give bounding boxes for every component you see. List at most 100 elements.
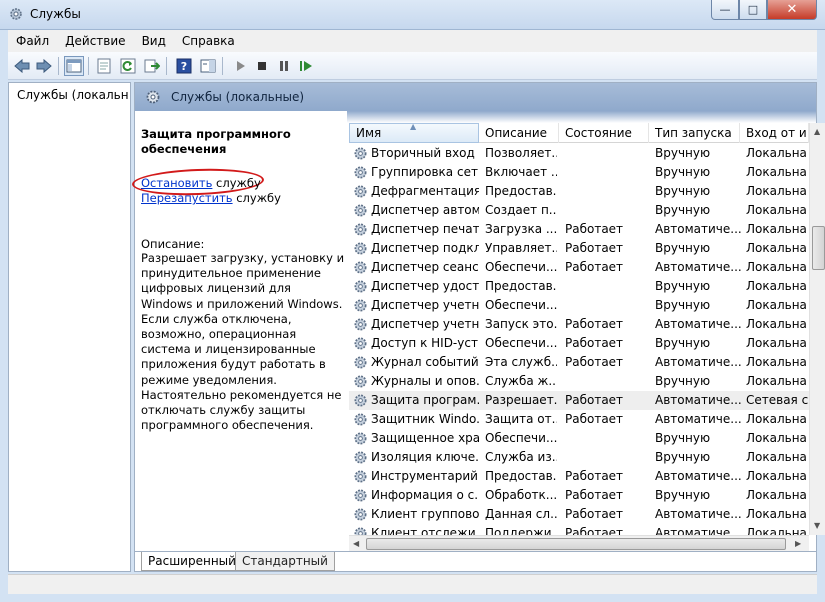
service-status	[565, 429, 649, 448]
close-button[interactable]: ✕	[767, 0, 817, 20]
window-title: Службы	[30, 7, 81, 21]
service-logon: Локальна	[746, 526, 807, 535]
service-startup-type: Вручную	[655, 336, 711, 350]
menu-file[interactable]: Файл	[8, 34, 57, 48]
service-row[interactable]: Диспетчер подкл... Управляет... Работает Вр…	[349, 239, 809, 258]
show-console-tree-icon[interactable]	[64, 56, 84, 76]
menu-bar: Файл Действие Вид Справка	[8, 30, 817, 52]
service-name: Защитник Windo...	[371, 412, 479, 426]
service-logon: Локальна	[746, 431, 807, 445]
service-row[interactable]: Изоляция ключе... Служба из... Вручную Лока…	[349, 448, 809, 467]
service-row[interactable]: Группировка сет... Включает ... Вручную Лок…	[349, 163, 809, 182]
toolbar: ?	[8, 52, 817, 80]
horizontal-scrollbar[interactable]: ◀ ▶	[349, 535, 809, 551]
service-gear-icon	[353, 526, 368, 535]
service-logon: Локальна	[746, 184, 807, 198]
service-row[interactable]: Диспетчер автом... Создает п... Вручную Лок…	[349, 201, 809, 220]
service-name: Клиент группово...	[371, 507, 479, 521]
service-row[interactable]: Диспетчер учетн... Запуск это... Работает А…	[349, 315, 809, 334]
service-row[interactable]: Защитник Windo... Защита от... Работает Авт…	[349, 410, 809, 429]
minimize-button[interactable]: —	[711, 0, 739, 20]
action-pane-icon[interactable]	[198, 56, 218, 76]
service-description: Поддержи...	[485, 526, 557, 535]
service-row[interactable]: Журналы и опов... Служба ж... Вручную Локал…	[349, 372, 809, 391]
vertical-scroll-thumb[interactable]	[812, 226, 825, 270]
column-header-name[interactable]: ▲ Имя	[349, 123, 479, 143]
service-logon: Локальна	[746, 165, 807, 179]
service-row[interactable]: Инструментарий ... Предостав... Работает Ав…	[349, 467, 809, 486]
menu-action[interactable]: Действие	[57, 34, 133, 48]
service-row[interactable]: Информация о с... Обработк... Работает Вруч…	[349, 486, 809, 505]
services-gear-icon	[10, 8, 22, 20]
service-status	[565, 448, 649, 467]
tree-item-services-local[interactable]: Службы (локальны	[13, 86, 129, 104]
service-row[interactable]: Диспетчер печати Загрузка ... Работает Авто…	[349, 220, 809, 239]
service-status: Работает	[565, 412, 624, 426]
maximize-button[interactable]: □	[739, 0, 767, 20]
services-panel: Службы (локальные) Защита программного о…	[131, 82, 825, 572]
service-logon: Локальна	[746, 488, 807, 502]
service-row[interactable]: Диспетчер удост... Предостав... Вручную Лок…	[349, 277, 809, 296]
scroll-down-arrow-icon[interactable]: ▼	[814, 521, 820, 530]
service-name: Диспетчер учетн...	[371, 317, 479, 331]
help-icon[interactable]: ?	[174, 56, 194, 76]
column-header-startup-type[interactable]: Тип запуска	[649, 123, 740, 143]
properties-icon[interactable]	[94, 56, 114, 76]
service-row[interactable]: Доступ к HID-уст... Обеспечи... Работает Вр…	[349, 334, 809, 353]
horizontal-scroll-thumb[interactable]	[366, 538, 786, 550]
scroll-left-arrow-icon[interactable]: ◀	[353, 539, 359, 548]
service-row[interactable]: Вторичный вход ... Позволяет... Вручную Лок…	[349, 144, 809, 163]
stop-service-link[interactable]: Остановить	[141, 176, 212, 190]
service-gear-icon	[353, 431, 368, 446]
column-header-logon[interactable]: Вход от и	[740, 123, 809, 143]
restart-service-link[interactable]: Перезапустить	[141, 191, 233, 205]
stop-service-icon[interactable]	[252, 56, 272, 76]
service-row[interactable]: Защита програм... Разрешает... Работает Авт…	[349, 391, 809, 410]
refresh-icon[interactable]	[118, 56, 138, 76]
service-row[interactable]: Клиент группово... Данная сл... Работает Ав…	[349, 505, 809, 524]
scroll-up-arrow-icon[interactable]: ▲	[814, 127, 820, 136]
service-row[interactable]: Диспетчер учетн... Обеспечи... Вручную Лока…	[349, 296, 809, 315]
service-status: Работает	[565, 336, 624, 350]
service-startup-type: Автоматиче...	[655, 317, 741, 331]
service-row[interactable]: Дефрагментация ... Предостав... Вручную Лок…	[349, 182, 809, 201]
service-logon: Локальна	[746, 469, 807, 483]
service-gear-icon	[353, 507, 368, 522]
service-logon: Локальна	[746, 146, 807, 160]
column-header-status[interactable]: Состояние	[559, 123, 649, 143]
service-name: Изоляция ключе...	[371, 450, 479, 464]
vertical-scrollbar[interactable]: ▲ ▼	[809, 123, 825, 535]
service-startup-type: Автоматиче...	[655, 260, 741, 274]
menu-view[interactable]: Вид	[134, 34, 174, 48]
service-name: Защита програм...	[371, 393, 479, 407]
service-logon: Локальна	[746, 507, 807, 521]
service-logon: Сетевая с	[746, 393, 809, 407]
restart-service-icon[interactable]	[296, 56, 316, 76]
service-row[interactable]: Клиент отслежи... Поддержи... Работает Авто…	[349, 524, 809, 535]
tab-standard[interactable]: Стандартный	[235, 552, 335, 571]
service-status: Работает	[565, 355, 624, 369]
service-row[interactable]: Защищенное хра... Обеспечи... Вручную Локал…	[349, 429, 809, 448]
service-description: Управляет...	[485, 241, 557, 255]
menu-help[interactable]: Справка	[174, 34, 243, 48]
start-service-icon[interactable]	[230, 56, 250, 76]
column-header-description[interactable]: Описание	[479, 123, 559, 143]
restart-service-action: Перезапустить службу	[141, 191, 281, 205]
service-description: Загрузка ...	[485, 222, 557, 236]
service-status	[565, 277, 649, 296]
pause-service-icon[interactable]	[274, 56, 294, 76]
service-gear-icon	[353, 317, 368, 332]
service-gear-icon	[353, 393, 368, 408]
export-list-icon[interactable]	[142, 56, 162, 76]
back-arrow-icon[interactable]	[12, 56, 32, 76]
console-tree: Службы (локальны	[8, 82, 131, 572]
scroll-right-arrow-icon[interactable]: ▶	[795, 539, 801, 548]
service-startup-type: Автоматиче...	[655, 393, 741, 407]
service-gear-icon	[353, 488, 368, 503]
tab-extended[interactable]: Расширенный	[141, 552, 243, 571]
forward-arrow-icon[interactable]	[34, 56, 54, 76]
service-name: Диспетчер печати	[371, 222, 479, 236]
service-row[interactable]: Диспетчер сеанс... Обеспечи... Работает Авт…	[349, 258, 809, 277]
service-row[interactable]: Журнал событий... Эта служб... Работает Авт…	[349, 353, 809, 372]
service-gear-icon	[353, 165, 368, 180]
